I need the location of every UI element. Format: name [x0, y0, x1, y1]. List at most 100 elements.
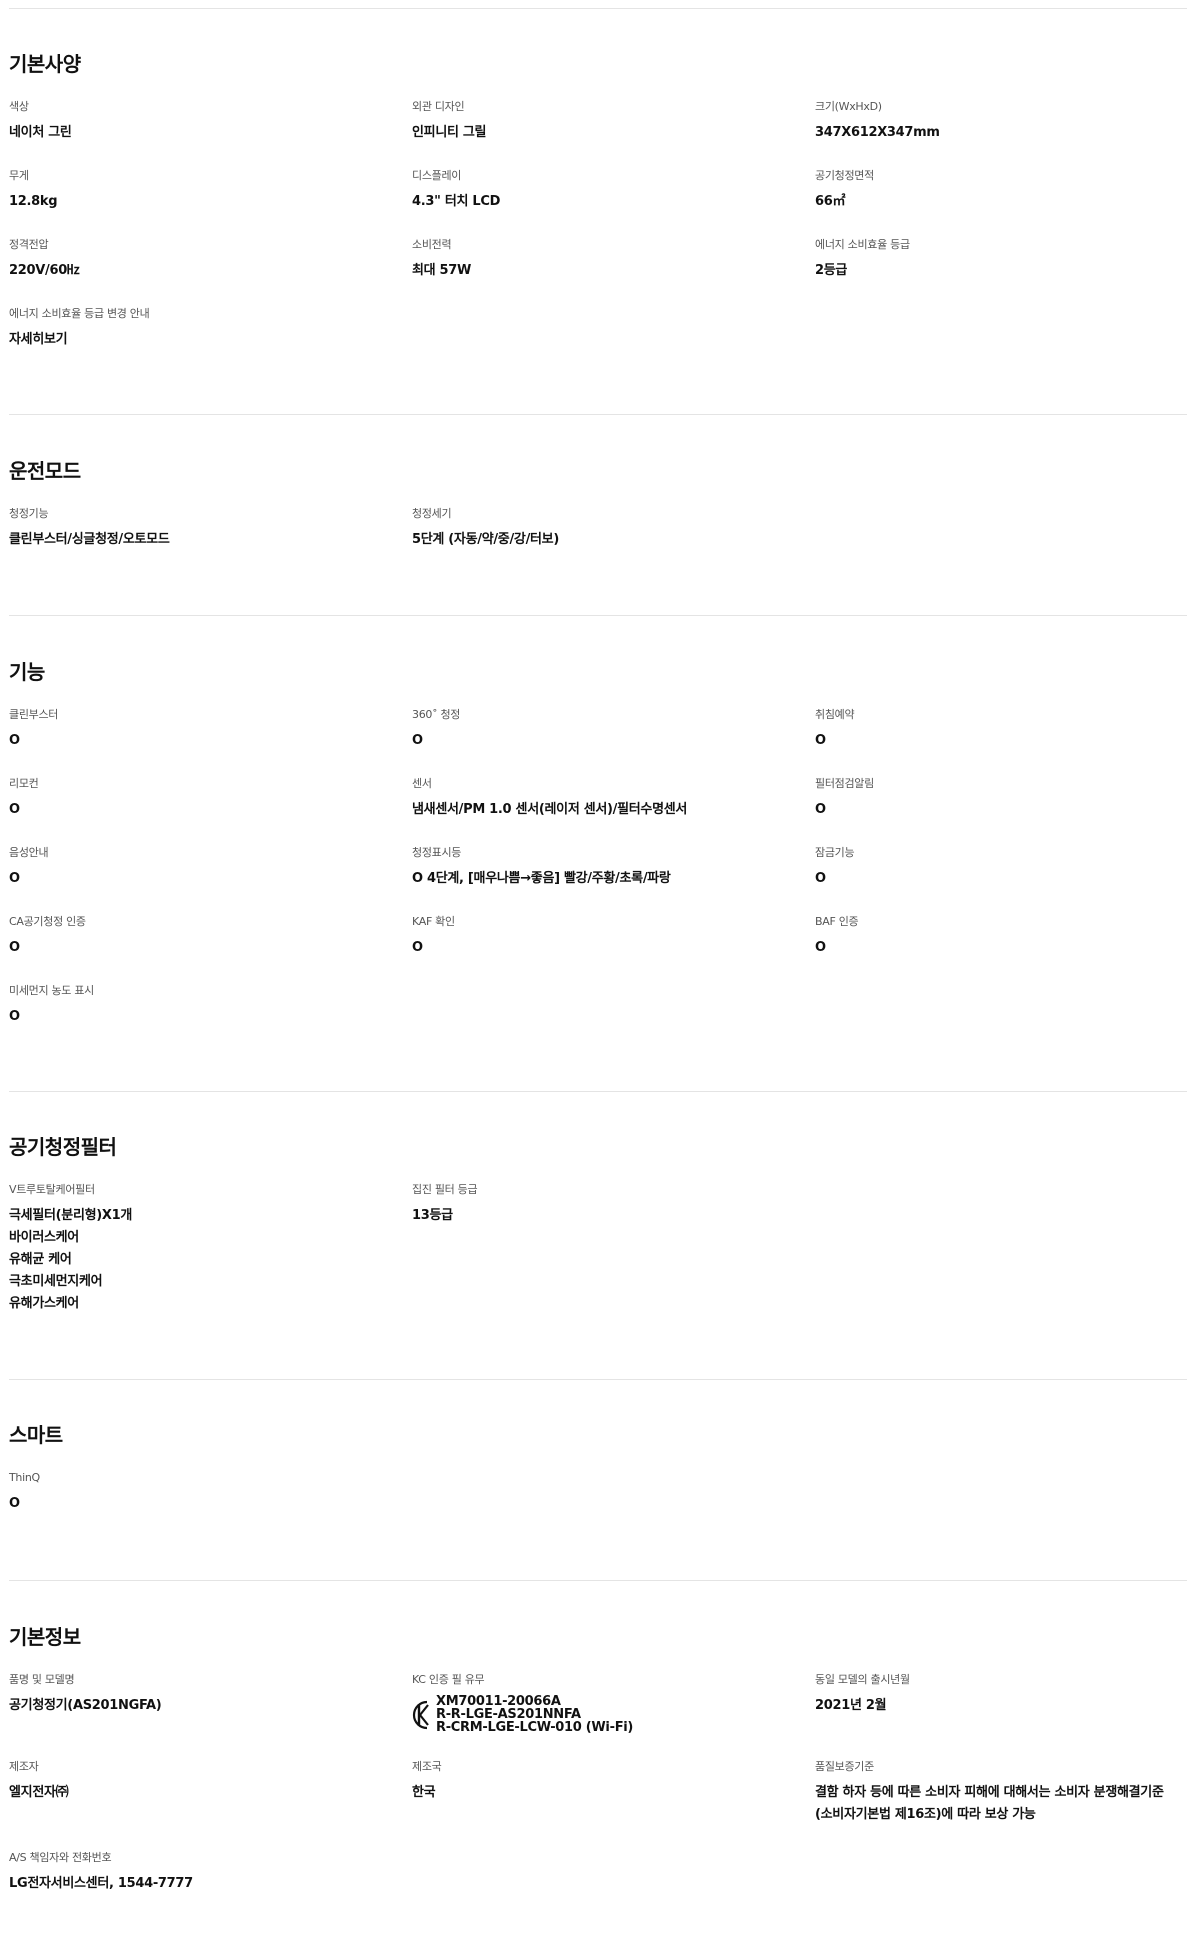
section-divider: [9, 414, 1187, 415]
section-title: 기능: [9, 660, 45, 684]
spec-total-care-filter: V트루토탈케어필터 극세필터(분리형)X1개 바이러스케어 유해균 케어 극초미…: [9, 1183, 379, 1315]
spec-value-line: 바이러스케어: [9, 1230, 79, 1245]
spec-air-quality-indicator: 청정표시등 O 4단계, [매우나쁨→좋음] 빨강/주황/초록/파랑: [412, 846, 782, 890]
section-divider: [9, 615, 1187, 616]
spec-value: 인피니티 그릴: [412, 125, 487, 140]
spec-label: 클린부스터: [9, 708, 59, 721]
spec-exterior-design: 외관 디자인 인피니티 그릴: [412, 100, 782, 144]
spec-label: 집진 필터 등급: [412, 1183, 478, 1196]
spec-value: 2021년 2월: [815, 1698, 887, 1713]
spec-filter-check-alert: 필터점검알림 O: [815, 777, 1185, 821]
spec-value: LG전자서비스센터, 1544-7777: [9, 1876, 193, 1891]
spec-value-list: 극세필터(분리형)X1개 바이러스케어 유해균 케어 극초미세먼지케어 유해가스…: [9, 1205, 379, 1315]
spec-label: 디스플레이: [412, 169, 462, 182]
kc-certification-block: XM70011-20066A R-R-LGE-AS201NNFA R-CRM-L…: [412, 1695, 782, 1734]
section-divider: [9, 1580, 1187, 1581]
top-divider: [9, 8, 1187, 9]
spec-label: 공기청정면적: [815, 169, 874, 182]
spec-value-line: 유해가스케어: [9, 1296, 79, 1311]
spec-voice-guide: 음성안내 O: [9, 846, 379, 890]
spec-product-model-name: 품명 및 모델명 공기청정기(AS201NGFA): [9, 1673, 379, 1717]
spec-label: CA공기청정 인증: [9, 915, 86, 928]
kc-mark-icon: [412, 1700, 429, 1730]
spec-value: 한국: [412, 1785, 436, 1800]
section-divider: [9, 1379, 1187, 1380]
spec-cleaning-area: 공기청정면적 66㎡: [815, 169, 1185, 213]
spec-label: 청정기능: [9, 507, 49, 520]
spec-country-of-manufacture: 제조국 한국: [412, 1760, 782, 1804]
spec-label: V트루토탈케어필터: [9, 1183, 95, 1196]
spec-value: 냄새센서/PM 1.0 센서(레이저 센서)/필터수명센서: [412, 802, 688, 817]
spec-value: O: [9, 1496, 20, 1511]
spec-label: 필터점검알림: [815, 777, 874, 790]
spec-energy-grade-notice: 에너지 소비효율 등급 변경 안내 자세히보기: [9, 307, 379, 351]
spec-label: 청정표시등: [412, 846, 462, 859]
spec-value: O: [412, 733, 423, 748]
spec-release-date: 동일 모델의 출시년월 2021년 2월: [815, 1673, 1185, 1717]
spec-360-cleaning: 360˚ 청정 O: [412, 708, 782, 752]
spec-value: O: [9, 940, 20, 955]
spec-value: 공기청정기(AS201NGFA): [9, 1698, 162, 1713]
spec-value: 2등급: [815, 263, 848, 278]
spec-value: 220V/60㎐: [9, 263, 80, 278]
details-link[interactable]: 자세히보기: [9, 329, 379, 351]
spec-clean-booster: 클린부스터 O: [9, 708, 379, 752]
spec-label: 제조자: [9, 1760, 39, 1773]
spec-value-line: 극세필터(분리형)X1개: [9, 1208, 133, 1223]
spec-value: 12.8kg: [9, 194, 58, 209]
spec-label: ThinQ: [9, 1471, 40, 1484]
spec-value: O: [815, 871, 826, 886]
spec-value: O: [9, 1009, 20, 1024]
spec-baf-certification: BAF 인증 O: [815, 915, 1185, 959]
spec-as-contact: A/S 책임자와 전화번호 LG전자서비스센터, 1544-7777: [9, 1851, 379, 1895]
spec-manufacturer: 제조자 엘지전자㈜: [9, 1760, 379, 1804]
spec-value: O 4단계, [매우나쁨→좋음] 빨강/주황/초록/파랑: [412, 871, 671, 886]
spec-label: 소비전력: [412, 238, 452, 251]
section-title: 공기청정필터: [9, 1135, 117, 1159]
spec-size: 크기(WxHxD) 347X612X347mm: [815, 100, 1185, 144]
spec-label: 청정세기: [412, 507, 452, 520]
spec-weight: 무게 12.8kg: [9, 169, 379, 213]
spec-label: 360˚ 청정: [412, 708, 461, 721]
spec-value: O: [815, 940, 826, 955]
spec-cleaning-strength: 청정세기 5단계 (자동/약/중/강/터보): [412, 507, 782, 551]
spec-label: BAF 인증: [815, 915, 859, 928]
kc-certification-numbers: XM70011-20066A R-R-LGE-AS201NNFA R-CRM-L…: [436, 1695, 633, 1734]
spec-label: 리모컨: [9, 777, 39, 790]
spec-value: 347X612X347mm: [815, 125, 940, 140]
spec-cleaning-function: 청정기능 클린부스터/싱글청정/오토모드: [9, 507, 379, 551]
spec-kaf-confirmation: KAF 확인 O: [412, 915, 782, 959]
spec-value: 4.3" 터치 LCD: [412, 194, 501, 209]
spec-quality-warranty: 품질보증기준 결함 하자 등에 따른 소비자 피해에 대해서는 소비자 분쟁해결…: [815, 1760, 1185, 1826]
spec-label: 음성안내: [9, 846, 49, 859]
spec-label: 에너지 소비효율 등급 변경 안내: [9, 307, 150, 320]
spec-value: 66㎡: [815, 194, 846, 209]
spec-lock-function: 잠금기능 O: [815, 846, 1185, 890]
spec-rated-voltage: 정격전압 220V/60㎐: [9, 238, 379, 282]
spec-label: 미세먼지 농도 표시: [9, 984, 94, 997]
spec-label: 제조국: [412, 1760, 442, 1773]
spec-value: O: [815, 802, 826, 817]
spec-display: 디스플레이 4.3" 터치 LCD: [412, 169, 782, 213]
spec-value: 최대 57W: [412, 263, 472, 278]
spec-thinq: ThinQ O: [9, 1471, 379, 1515]
spec-value-line: 극초미세먼지케어: [9, 1274, 103, 1289]
spec-label: 품질보증기준: [815, 1760, 874, 1773]
spec-label: 에너지 소비효율 등급: [815, 238, 910, 251]
spec-value: 네이처 그린: [9, 125, 72, 140]
spec-label: 크기(WxHxD): [815, 100, 882, 113]
section-title: 운전모드: [9, 459, 81, 483]
spec-label: 동일 모델의 출시년월: [815, 1673, 910, 1686]
section-title: 기본사양: [9, 52, 81, 76]
spec-label: 정격전압: [9, 238, 49, 251]
spec-label: 센서: [412, 777, 432, 790]
spec-power-consumption: 소비전력 최대 57W: [412, 238, 782, 282]
spec-color: 색상 네이처 그린: [9, 100, 379, 144]
spec-value: O: [412, 940, 423, 955]
section-title: 스마트: [9, 1423, 63, 1447]
spec-ca-certification: CA공기청정 인증 O: [9, 915, 379, 959]
spec-value: O: [815, 733, 826, 748]
spec-value: O: [9, 802, 20, 817]
spec-energy-grade: 에너지 소비효율 등급 2등급: [815, 238, 1185, 282]
spec-label: 잠금기능: [815, 846, 855, 859]
